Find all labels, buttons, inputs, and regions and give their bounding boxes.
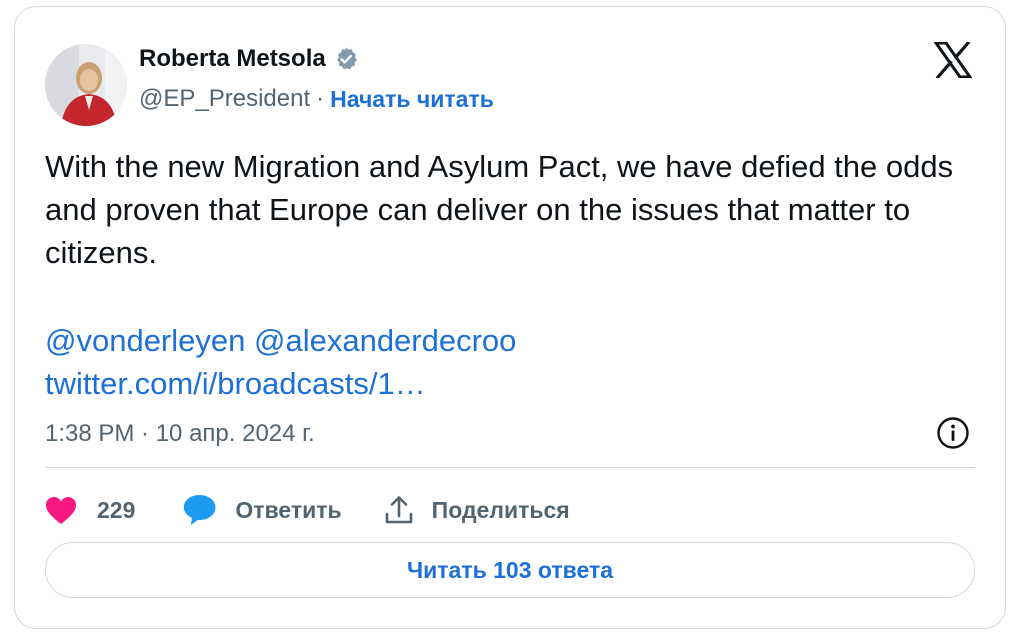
- handle-separator: ·: [316, 85, 325, 112]
- reply-label: Ответить: [235, 496, 342, 523]
- read-replies-button[interactable]: Читать 103 ответа: [45, 542, 975, 598]
- reply-button[interactable]: Ответить: [183, 494, 342, 526]
- heart-icon: [46, 496, 76, 524]
- avatar[interactable]: [45, 44, 127, 126]
- tweet-text: With the new Migration and Asylum Pact, …: [45, 149, 954, 270]
- action-bar: 229 Ответить Поделиться: [45, 488, 570, 532]
- x-logo-icon[interactable]: [934, 42, 972, 78]
- reply-bubble-icon: [184, 495, 216, 525]
- tweet-card: Roberta Metsola @EP_President · Начать ч…: [14, 6, 1006, 629]
- author-name[interactable]: Roberta Metsola: [139, 45, 326, 73]
- tweet-mentions: @vonderleyen @alexanderdecroo: [45, 319, 516, 362]
- like-button[interactable]: 229: [45, 496, 135, 525]
- share-icon: [385, 496, 412, 524]
- avatar-photo: [45, 44, 127, 126]
- share-button[interactable]: Поделиться: [384, 495, 570, 525]
- divider: [45, 467, 975, 468]
- like-count: 229: [97, 496, 136, 523]
- follow-link[interactable]: Начать читать: [330, 86, 494, 113]
- tweet-timestamp[interactable]: 1:38 PM · 10 апр. 2024 г.: [45, 420, 315, 448]
- mention-link[interactable]: @vonderleyen: [45, 323, 245, 358]
- share-label: Поделиться: [431, 496, 570, 523]
- mention-link[interactable]: @alexanderdecroo: [254, 323, 516, 358]
- verified-badge-icon: [336, 47, 357, 70]
- author-handle[interactable]: @EP_President: [139, 85, 310, 113]
- info-icon[interactable]: [936, 416, 970, 450]
- broadcast-link[interactable]: twitter.com/i/broadcasts/1…: [45, 362, 426, 405]
